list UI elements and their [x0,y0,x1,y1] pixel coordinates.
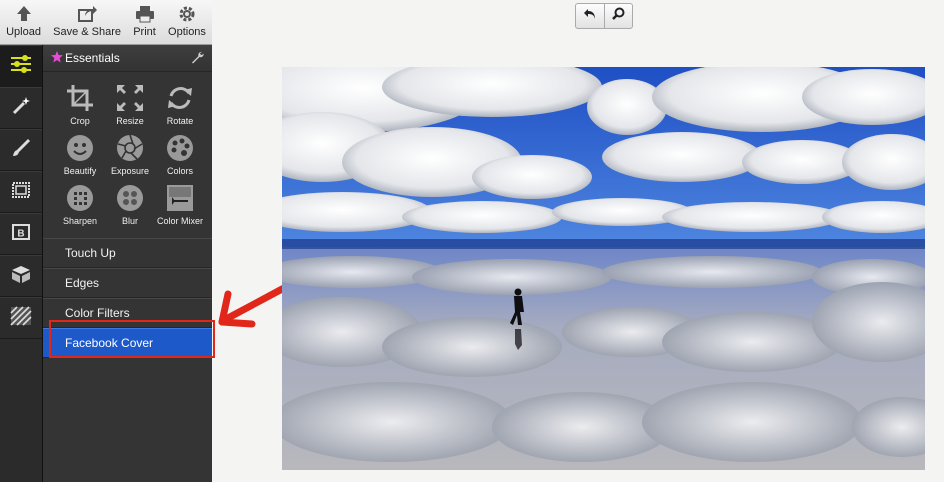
upload-icon [13,4,35,24]
save-share-button[interactable]: Save & Share [47,0,127,44]
tool-label: Colors [166,166,193,176]
canvas-controls [575,3,633,29]
zoom-button[interactable] [603,4,633,28]
photo-canvas[interactable] [282,67,925,470]
rotate-tool[interactable]: Rotate [155,82,205,132]
rail-touch-up[interactable] [0,129,42,171]
beautify-tool[interactable]: Beautify [55,132,105,182]
frame-icon [11,181,31,204]
section-facebook-cover[interactable]: Facebook Cover [43,328,212,358]
upload-label: Upload [6,26,41,38]
landscape-photo [282,67,925,470]
text-box-icon: B [11,223,31,246]
sharpen-icon [64,182,96,214]
arrow-annotation [218,280,288,335]
color-mixer-tool[interactable]: Color Mixer [155,182,205,232]
section-touch-up[interactable]: Touch Up [43,238,212,268]
zoom-icon [611,7,625,25]
rotate-icon [164,82,196,114]
tool-label: Crop [70,116,90,126]
section-edges[interactable]: Edges [43,268,212,298]
top-toolbar: Upload Save & Share Print Options [0,0,212,45]
blur-icon [114,182,146,214]
section-list: Touch Up Edges Color Filters Facebook Co… [43,238,212,358]
tool-label: Blur [121,216,138,226]
exposure-tool[interactable]: Exposure [105,132,155,182]
sharpen-tool[interactable]: Sharpen [55,182,105,232]
options-label: Options [168,26,206,38]
upload-button[interactable]: Upload [0,0,47,44]
resize-tool[interactable]: Resize [105,82,155,132]
crop-tool[interactable]: Crop [55,82,105,132]
rail-frames[interactable] [0,171,42,213]
print-label: Print [133,26,156,38]
options-button[interactable]: Options [162,0,212,44]
adjustments-icon [10,54,32,78]
rail-adjustments[interactable] [0,45,42,87]
crop-icon [64,82,96,114]
undo-icon [583,7,597,25]
tool-grid: Crop Resize Rotate Beautify Exposure Col… [43,72,212,232]
tool-label: Rotate [166,116,194,126]
magic-wand-icon [11,96,31,121]
face-icon [64,132,96,164]
rail-overlays[interactable] [0,255,42,297]
wrench-icon[interactable] [191,51,204,67]
print-button[interactable]: Print [127,0,162,44]
tool-label: Beautify [63,166,97,176]
tool-label: Exposure [110,166,150,176]
share-icon [76,4,98,24]
panel-title: Essentials [65,51,120,65]
undo-button[interactable] [576,4,604,28]
rail-text[interactable]: B [0,213,42,255]
gear-icon [176,4,198,24]
texture-icon [10,305,32,331]
blur-tool[interactable]: Blur [105,182,155,232]
rail-effects[interactable] [0,87,42,129]
tool-label: Color Mixer [156,216,203,226]
tool-label: Sharpen [62,216,98,226]
aperture-icon [114,132,146,164]
colors-tool[interactable]: Colors [155,132,205,182]
panel-header: Essentials [43,45,212,72]
mixer-icon [164,182,196,214]
svg-text:B: B [17,228,24,239]
sticker-box-icon [10,264,32,289]
save-share-label: Save & Share [53,26,122,38]
tool-category-rail: B [0,45,43,482]
rail-textures[interactable] [0,297,42,339]
printer-icon [134,4,156,24]
tool-label: Resize [116,116,144,126]
section-color-filters[interactable]: Color Filters [43,298,212,328]
resize-icon [114,82,146,114]
essentials-panel: Essentials Crop Resize Rotate Beautify E… [43,45,212,482]
palette-icon [164,132,196,164]
star-icon [51,51,63,66]
brush-icon [11,138,31,163]
